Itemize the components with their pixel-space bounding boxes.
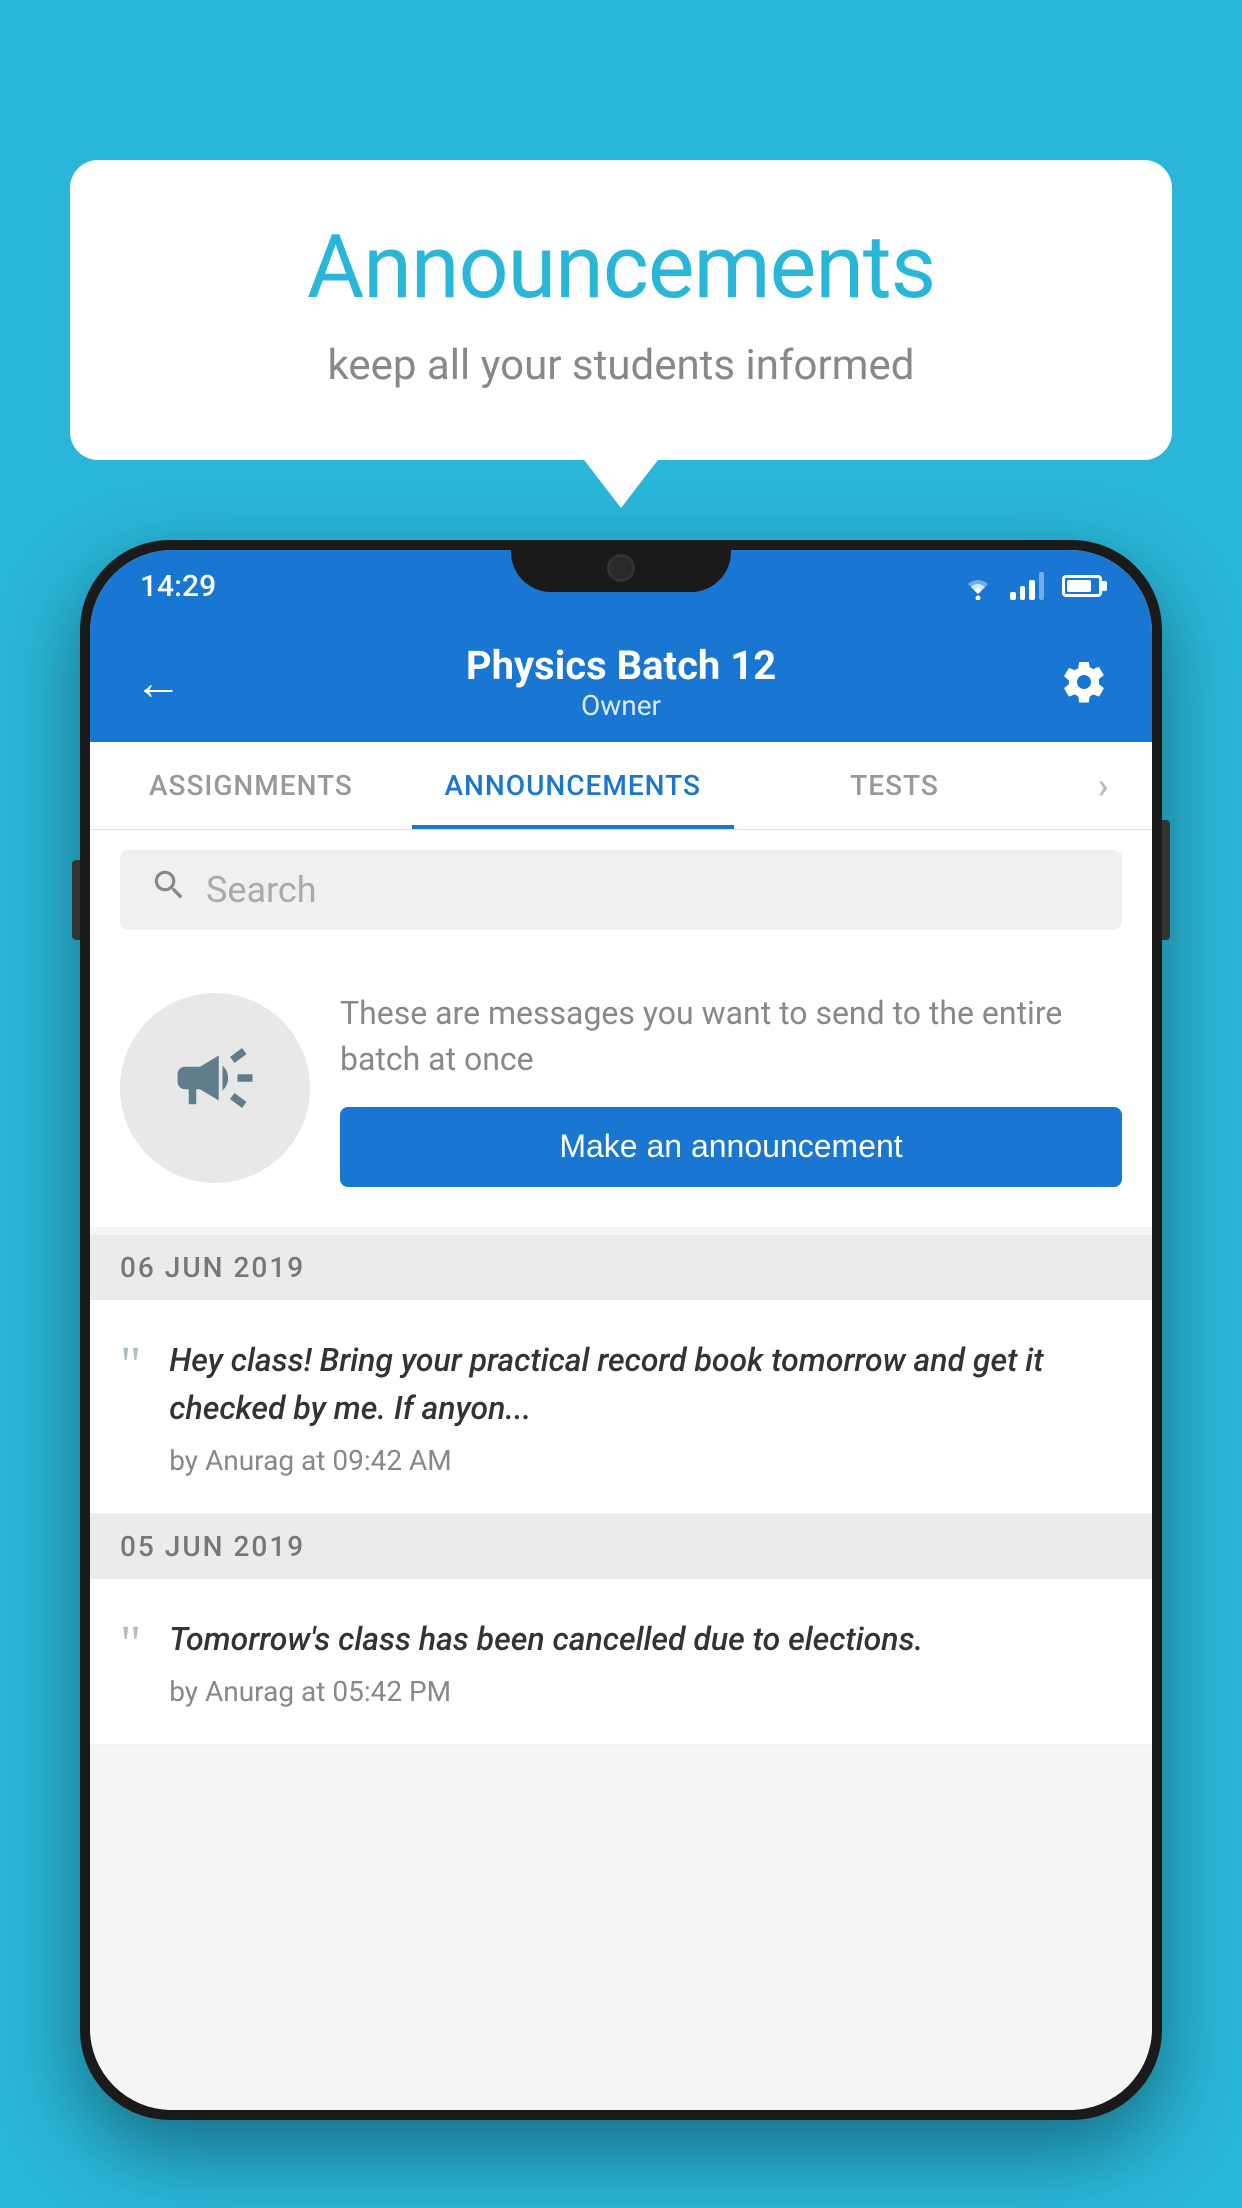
- promo-section: These are messages you want to send to t…: [90, 950, 1152, 1227]
- wifi-icon: [960, 572, 996, 600]
- tabs-bar: ASSIGNMENTS ANNOUNCEMENTS TESTS ›: [90, 742, 1152, 830]
- promo-description: These are messages you want to send to t…: [340, 990, 1122, 1083]
- date-label-2: 05 JUN 2019: [120, 1530, 305, 1563]
- search-bar[interactable]: Search: [120, 850, 1122, 930]
- speech-bubble: Announcements keep all your students inf…: [70, 160, 1172, 460]
- phone-camera: [607, 554, 635, 582]
- speech-bubble-container: Announcements keep all your students inf…: [70, 160, 1172, 460]
- signal-icon: [1010, 572, 1044, 600]
- content-area: Search These are messages you want to se…: [90, 830, 1152, 2110]
- bubble-subtitle: keep all your students informed: [150, 341, 1092, 390]
- side-button-volume: [72, 860, 80, 940]
- app-header: ← Physics Batch 12 Owner: [90, 622, 1152, 742]
- gear-icon: [1060, 658, 1108, 706]
- batch-role: Owner: [466, 689, 776, 722]
- phone-screen: 14:29: [90, 550, 1152, 2110]
- search-container: Search: [90, 830, 1152, 950]
- phone-wrapper: 14:29: [80, 540, 1162, 2208]
- promo-content: These are messages you want to send to t…: [340, 990, 1122, 1187]
- phone-frame: 14:29: [80, 540, 1162, 2120]
- batch-title: Physics Batch 12: [466, 642, 776, 689]
- search-placeholder: Search: [206, 869, 317, 911]
- megaphone-icon: [170, 1033, 260, 1143]
- promo-icon-circle: [120, 993, 310, 1183]
- battery-icon: [1062, 575, 1102, 597]
- announcement-content-2: Tomorrow's class has been cancelled due …: [169, 1615, 1122, 1708]
- announcement-content-1: Hey class! Bring your practical record b…: [169, 1336, 1122, 1477]
- search-icon: [150, 866, 188, 914]
- side-button-power: [1162, 820, 1170, 940]
- announcement-author-1: by Anurag at 09:42 AM: [169, 1444, 1122, 1477]
- announcement-text-1: Hey class! Bring your practical record b…: [169, 1336, 1122, 1432]
- tab-assignments[interactable]: ASSIGNMENTS: [90, 742, 412, 829]
- tab-announcements[interactable]: ANNOUNCEMENTS: [412, 742, 734, 829]
- status-icons: [960, 572, 1102, 600]
- announcement-text-2: Tomorrow's class has been cancelled due …: [169, 1615, 1122, 1663]
- bubble-title: Announcements: [150, 220, 1092, 317]
- date-separator-1: 06 JUN 2019: [90, 1235, 1152, 1300]
- quote-icon-2: ": [120, 1619, 141, 1671]
- battery-fill: [1067, 580, 1091, 592]
- announcement-author-2: by Anurag at 05:42 PM: [169, 1675, 1122, 1708]
- announcement-item-2[interactable]: " Tomorrow's class has been cancelled du…: [90, 1579, 1152, 1745]
- tab-tests[interactable]: TESTS: [734, 742, 1056, 829]
- header-title-section: Physics Batch 12 Owner: [466, 642, 776, 722]
- make-announcement-button[interactable]: Make an announcement: [340, 1107, 1122, 1187]
- status-time: 14:29: [140, 569, 216, 604]
- settings-button[interactable]: [1048, 658, 1108, 706]
- phone-notch: [511, 540, 731, 592]
- quote-icon-1: ": [120, 1340, 141, 1392]
- tab-more[interactable]: ›: [1055, 742, 1152, 829]
- date-separator-2: 05 JUN 2019: [90, 1514, 1152, 1579]
- date-label-1: 06 JUN 2019: [120, 1251, 305, 1284]
- announcement-item-1[interactable]: " Hey class! Bring your practical record…: [90, 1300, 1152, 1514]
- back-button[interactable]: ←: [134, 654, 194, 711]
